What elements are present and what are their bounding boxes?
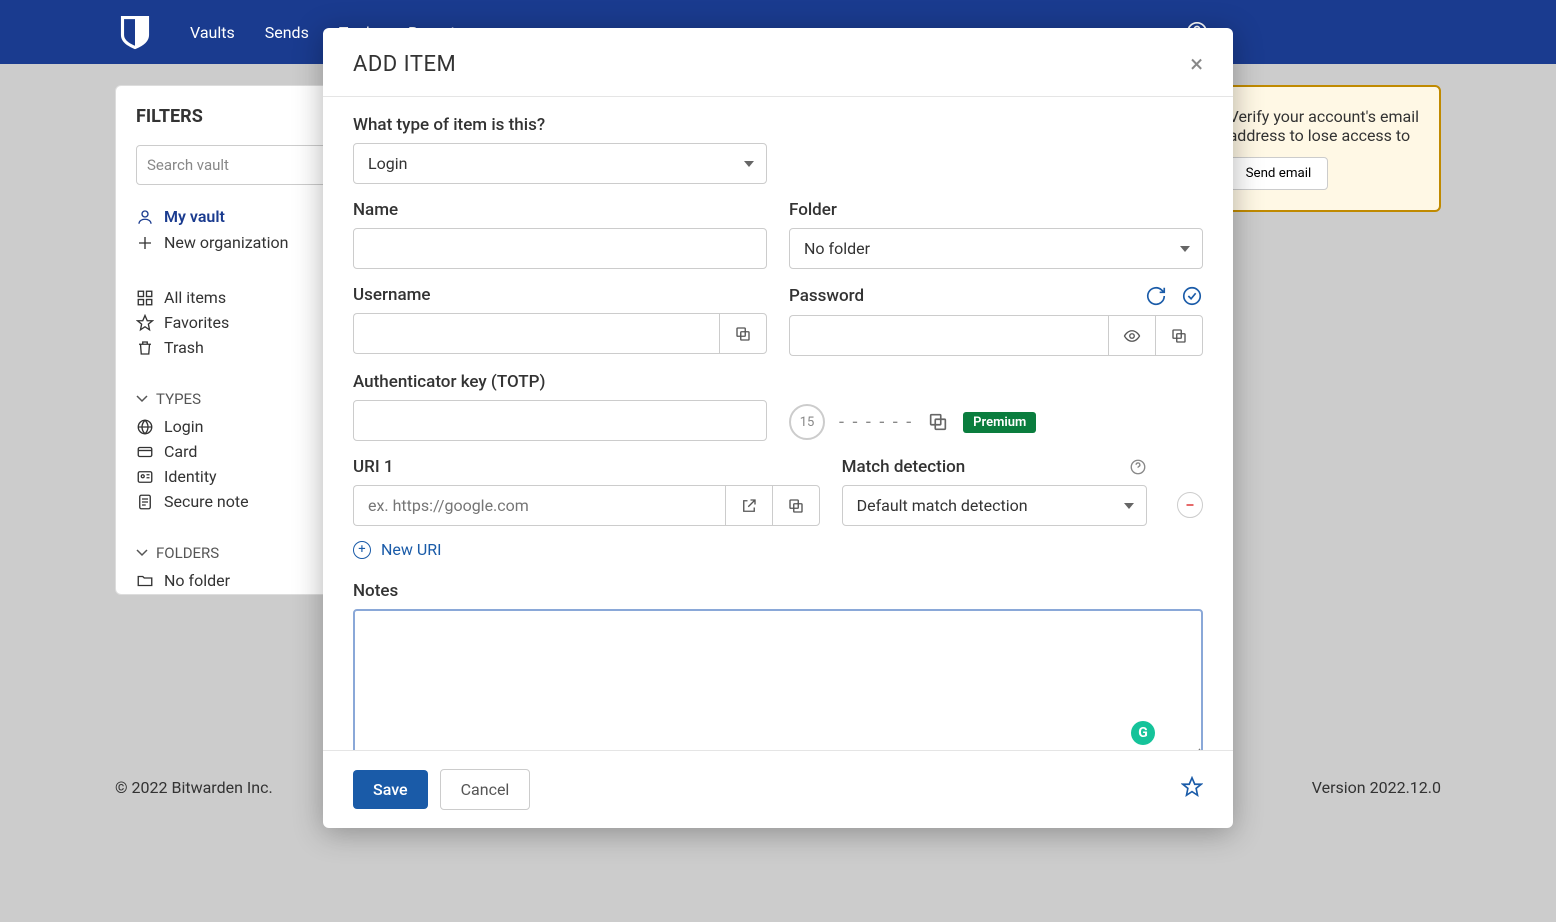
copy-icon xyxy=(1170,327,1188,345)
check-password-icon[interactable] xyxy=(1181,285,1203,307)
copy-icon xyxy=(734,325,752,343)
star-outline-icon xyxy=(1181,776,1203,798)
password-label: Password xyxy=(789,286,864,306)
copy-username-button[interactable] xyxy=(719,313,767,354)
folder-label: Folder xyxy=(789,200,1203,220)
match-detection-select[interactable]: Default match detection xyxy=(842,485,1147,526)
launch-uri-button[interactable] xyxy=(725,485,772,526)
modal-overlay: ADD ITEM × What type of item is this? Lo… xyxy=(0,0,1556,922)
totp-code: - - - - - - xyxy=(839,412,913,433)
new-uri-button[interactable]: + New URI xyxy=(353,540,1203,559)
copy-uri-button[interactable] xyxy=(772,485,820,526)
folder-select[interactable]: No folder xyxy=(789,228,1203,269)
copy-totp-icon[interactable] xyxy=(927,411,949,433)
username-input[interactable] xyxy=(353,313,719,354)
plus-circle-icon: + xyxy=(353,541,371,559)
premium-badge: Premium xyxy=(963,412,1036,433)
grammarly-icon[interactable]: G xyxy=(1131,721,1155,745)
type-label: What type of item is this? xyxy=(353,115,767,135)
minus-icon xyxy=(1183,498,1197,512)
notes-textarea[interactable] xyxy=(353,609,1203,750)
toggle-password-button[interactable] xyxy=(1108,315,1155,356)
copy-password-button[interactable] xyxy=(1155,315,1203,356)
password-input[interactable] xyxy=(789,315,1108,356)
modal-title: ADD ITEM xyxy=(353,52,456,77)
uri-input[interactable] xyxy=(353,485,725,526)
item-type-select[interactable]: Login xyxy=(353,143,767,184)
notes-label: Notes xyxy=(353,581,1203,601)
modal-footer: Save Cancel xyxy=(323,750,1233,828)
favorite-toggle[interactable] xyxy=(1181,776,1203,804)
username-label: Username xyxy=(353,285,767,305)
uri-label: URI 1 xyxy=(353,457,820,477)
help-icon[interactable] xyxy=(1129,458,1147,476)
totp-input[interactable] xyxy=(353,400,767,441)
name-input[interactable] xyxy=(353,228,767,269)
remove-uri-button[interactable] xyxy=(1177,492,1203,518)
totp-timer: 15 xyxy=(789,404,825,440)
eye-icon xyxy=(1123,327,1141,345)
save-button[interactable]: Save xyxy=(353,770,428,809)
cancel-button[interactable]: Cancel xyxy=(440,769,531,810)
modal-body: What type of item is this? Login Name Fo… xyxy=(323,97,1233,750)
totp-label: Authenticator key (TOTP) xyxy=(353,372,767,392)
generate-password-icon[interactable] xyxy=(1145,285,1167,307)
external-link-icon xyxy=(740,497,758,515)
modal-header: ADD ITEM × xyxy=(323,28,1233,97)
name-label: Name xyxy=(353,200,767,220)
copy-icon xyxy=(787,497,805,515)
match-detection-label: Match detection xyxy=(842,457,966,477)
close-button[interactable]: × xyxy=(1190,50,1203,78)
add-item-modal: ADD ITEM × What type of item is this? Lo… xyxy=(323,28,1233,828)
close-icon: × xyxy=(1190,50,1203,78)
